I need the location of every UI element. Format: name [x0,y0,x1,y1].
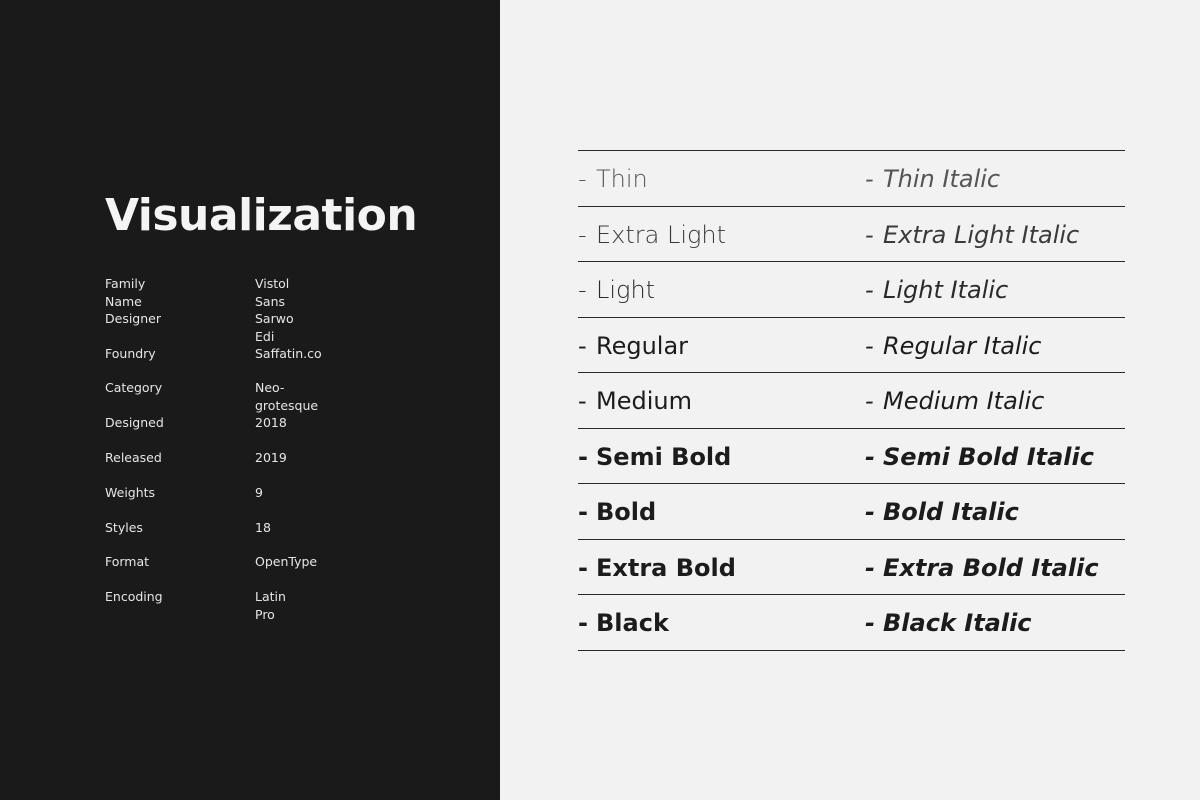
weight-italic: - Light Italic [865,262,1008,317]
spec-value: Latin Pro [255,589,286,623]
dash: - [865,220,874,249]
spec-value: 2019 [255,449,287,465]
spec-label: Foundry [105,345,156,361]
dash: - [578,276,587,304]
dash: - [578,331,587,360]
weight-row: - Black - Black Italic [578,595,1125,651]
spec-label: Styles [105,519,143,535]
dash: - [865,553,875,582]
spec-label: Designer [105,310,161,326]
spec-label: Category [105,380,163,396]
spec-label: Format [105,554,150,570]
weight-upright: - Medium [578,373,692,428]
spec-value: 18 [255,519,271,535]
dash: - [578,498,588,526]
dash: - [578,387,587,415]
spec-value: OpenType [255,554,318,570]
weight-row: - Light - Light Italic [578,262,1125,318]
weight-upright: - Light [578,262,655,317]
dash: - [865,498,875,526]
dash: - [865,331,874,360]
dash: - [865,276,874,304]
spec-label: Released [105,449,162,465]
dash: - [578,165,587,193]
weight-row: - Bold - Bold Italic [578,484,1125,540]
spec-value: Vistol Sans [255,276,290,309]
weight-row: - Semi Bold - Semi Bold Italic [578,429,1125,484]
weight-upright: - Thin [578,151,648,206]
weight-upright: - Semi Bold [578,429,731,484]
dash: - [578,609,588,637]
page-title: Visualization [105,190,418,241]
weight-italic: - Extra Light Italic [865,207,1079,262]
weight-italic: - Medium Italic [865,373,1044,428]
spec-label: Encoding [105,589,163,605]
weight-italic: - Semi Bold Italic [865,429,1094,484]
weight-row: - Extra Bold - Extra Bold Italic [578,540,1125,595]
weight-italic: - Extra Bold Italic [865,540,1099,595]
weight-upright: - Extra Light [578,207,726,262]
dash: - [578,553,588,582]
weight-upright: - Extra Bold [578,540,736,595]
dash: - [578,220,587,249]
dash: - [865,387,874,415]
weight-row: - Regular - Regular Italic [578,318,1125,373]
dash: - [865,165,874,193]
spec-label: Family Name [105,276,146,309]
dash: - [578,442,588,471]
dash: - [865,442,875,471]
spec-label: Weights [105,484,156,500]
spec-label: Designed [105,415,164,431]
dash: - [865,609,875,637]
weight-upright: - Black [578,595,669,650]
weight-upright: - Bold [578,484,656,539]
weight-italic: - Bold Italic [865,484,1019,539]
info-panel: Visualization Family Name Vistol Sans Des… [0,0,500,800]
spec-value: Sarwo Edi [255,310,294,344]
weight-row: - Medium - Medium Italic [578,373,1125,429]
spec-value: Neo-grotesque [255,380,319,414]
spec-value: 9 [255,484,263,500]
weight-upright: - Regular [578,318,688,373]
spec-value: Saffatin.co [255,345,322,361]
weight-row: - Extra Light - Extra Light Italic [578,207,1125,262]
weight-row: - Thin - Thin Italic [578,151,1125,207]
weights-list: - Thin - Thin Italic - Extra Light - Extra L… [578,150,1125,651]
weight-italic: - Black Italic [865,595,1032,650]
weight-italic: - Regular Italic [865,318,1041,373]
weight-italic: - Thin Italic [865,151,1000,206]
spec-value: 2018 [255,415,287,431]
